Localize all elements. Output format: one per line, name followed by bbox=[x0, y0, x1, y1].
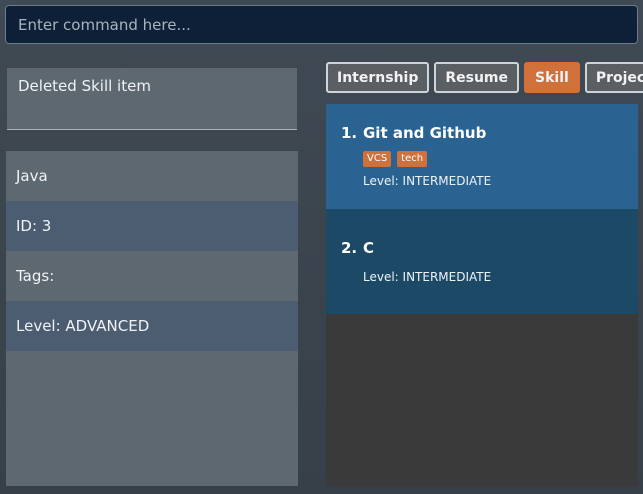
list-item-1[interactable]: 1. Git and Github VCS tech Level: INTERM… bbox=[326, 104, 638, 209]
detail-name-row: Java bbox=[6, 151, 298, 201]
skill-list-panel: 1. Git and Github VCS tech Level: INTERM… bbox=[326, 104, 638, 486]
detail-level: Level: ADVANCED bbox=[16, 317, 150, 335]
tab-resume[interactable]: Resume bbox=[434, 62, 520, 93]
command-input[interactable] bbox=[6, 6, 637, 43]
list-item-name: C bbox=[363, 239, 375, 257]
command-box bbox=[5, 5, 638, 44]
list-item-name: Git and Github bbox=[363, 124, 487, 142]
list-item-2[interactable]: 2. C Level: INTERMEDIATE bbox=[326, 209, 638, 314]
list-item-level: Level: INTERMEDIATE bbox=[363, 270, 492, 284]
tab-internship[interactable]: Internship bbox=[326, 62, 430, 93]
detail-id: ID: 3 bbox=[16, 217, 52, 235]
detail-tags-row: Tags: bbox=[6, 251, 298, 301]
list-item-index: 1. bbox=[341, 124, 358, 142]
tab-project[interactable]: Project bbox=[584, 62, 643, 93]
list-item-title: 2. C bbox=[341, 239, 638, 257]
list-item-title: 1. Git and Github bbox=[341, 124, 638, 142]
tab-skill[interactable]: Skill bbox=[524, 62, 580, 93]
result-display: Deleted Skill item bbox=[7, 68, 297, 130]
detail-level-row: Level: ADVANCED bbox=[6, 301, 298, 351]
detail-id-row: ID: 3 bbox=[6, 201, 298, 251]
list-item-tags: VCS tech bbox=[363, 151, 638, 167]
tab-bar: Internship Resume Skill Project bbox=[326, 62, 643, 93]
list-item-level: Level: INTERMEDIATE bbox=[363, 174, 492, 188]
tag-badge: VCS bbox=[363, 151, 392, 167]
list-item-index: 2. bbox=[341, 239, 358, 257]
detail-name: Java bbox=[16, 167, 48, 185]
tag-badge: tech bbox=[397, 151, 428, 167]
app-window: Deleted Skill item Java ID: 3 Tags: Leve… bbox=[0, 0, 643, 494]
skill-detail-panel: Java ID: 3 Tags: Level: ADVANCED bbox=[6, 151, 298, 486]
result-text: Deleted Skill item bbox=[18, 77, 151, 95]
detail-tags: Tags: bbox=[16, 267, 55, 285]
